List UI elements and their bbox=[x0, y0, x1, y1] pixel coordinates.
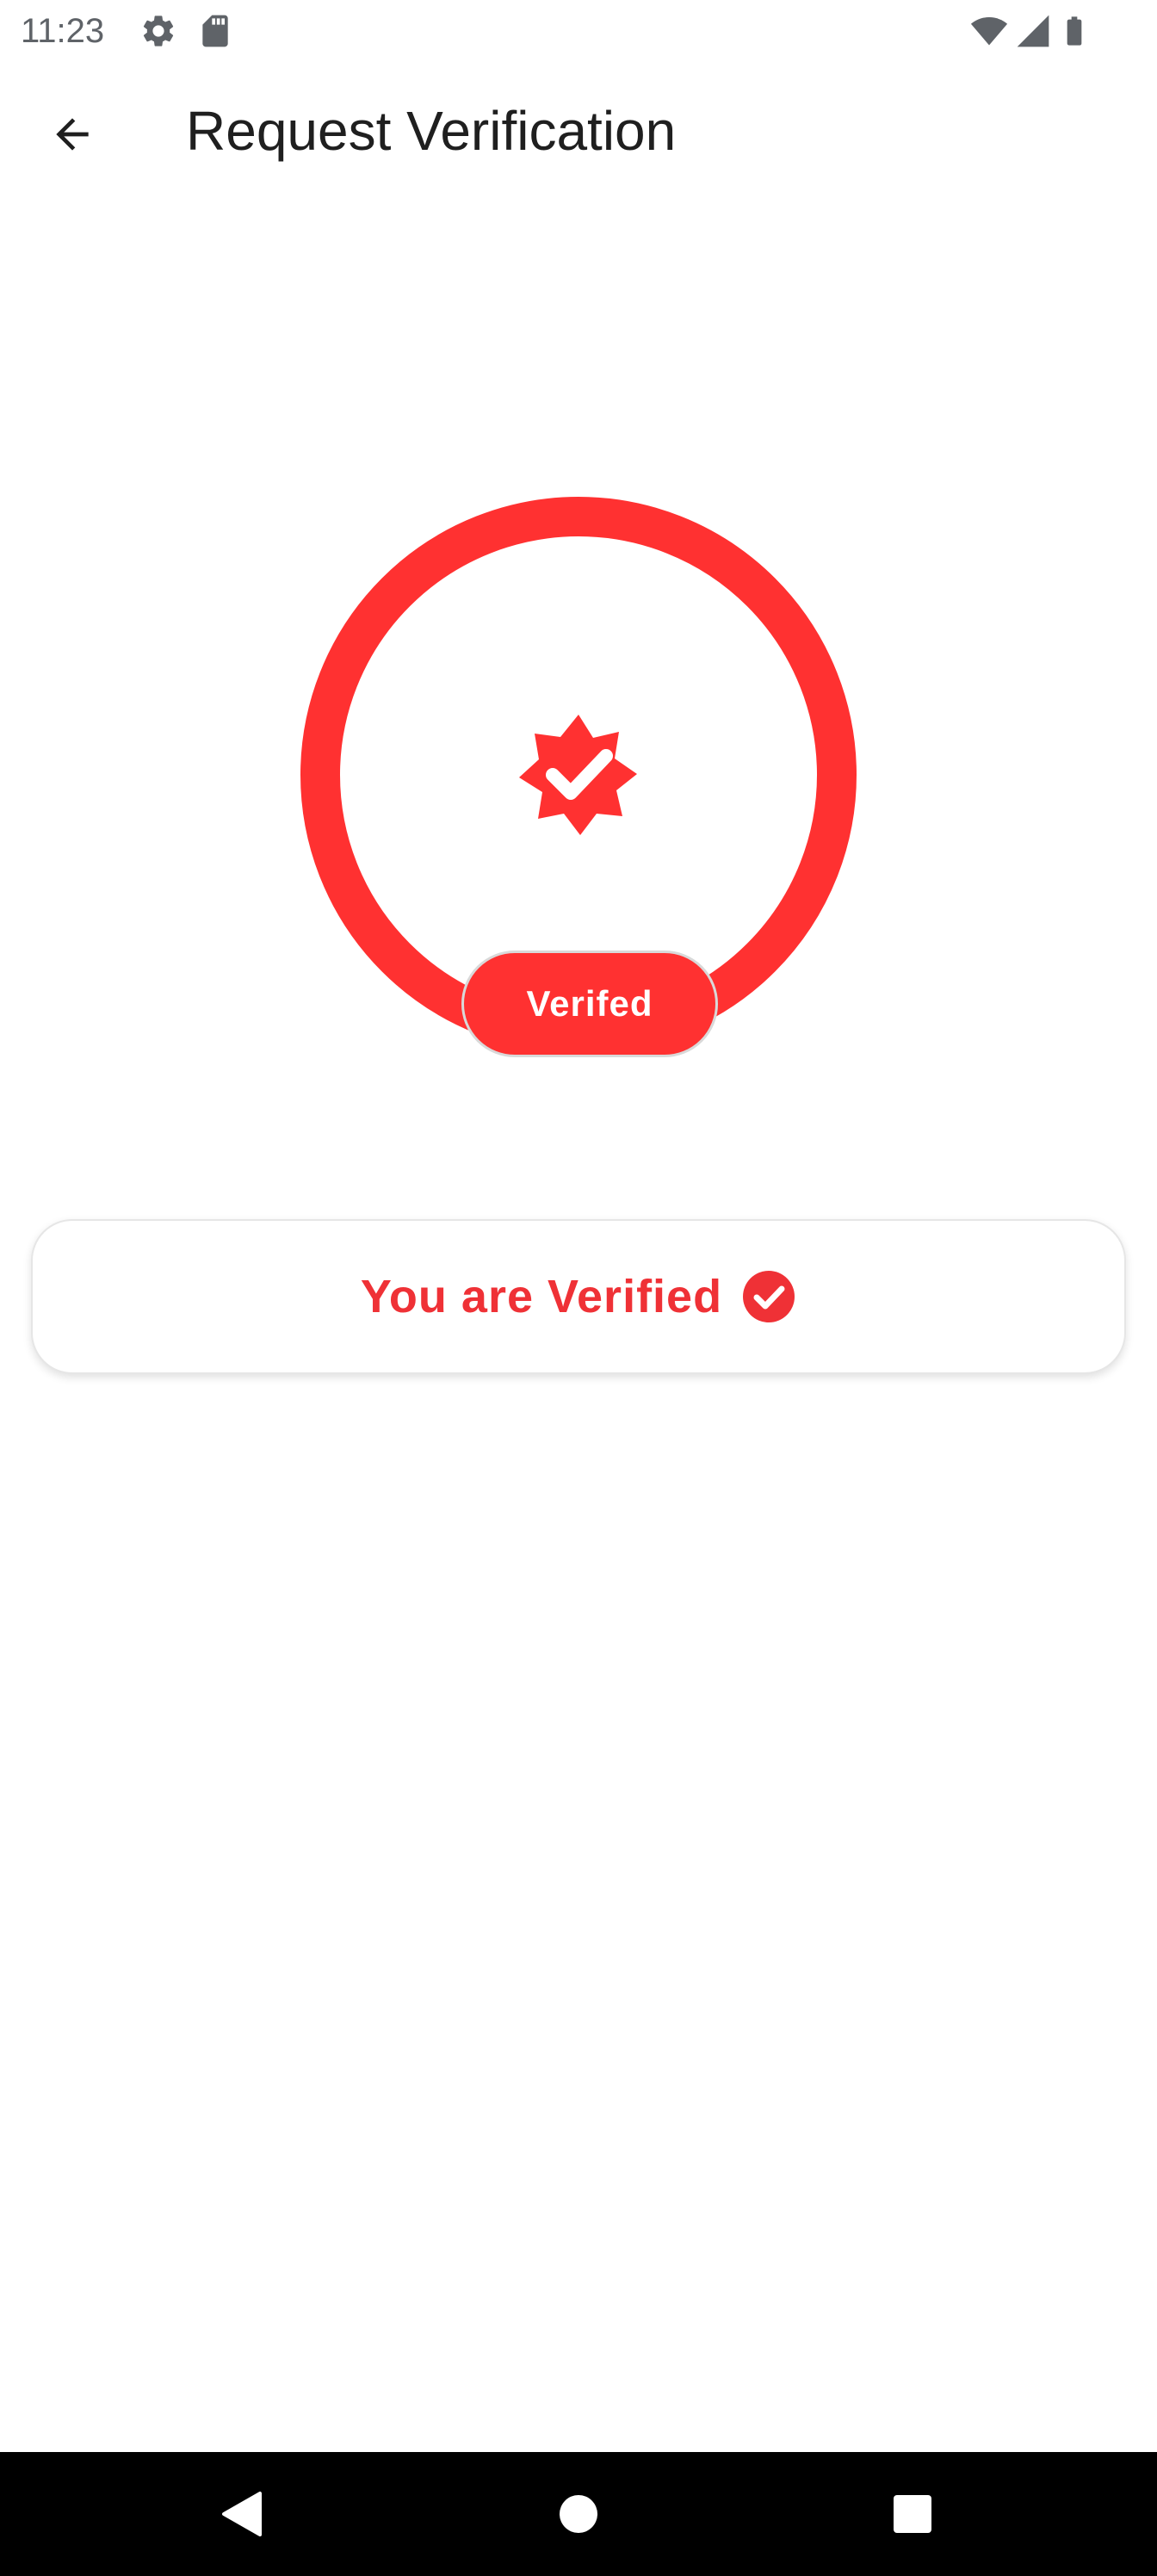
wifi-icon bbox=[969, 12, 1008, 50]
verified-message: You are Verified bbox=[360, 1271, 723, 1322]
verified-badge-icon bbox=[519, 715, 637, 835]
verified-status-pill: Verifed bbox=[461, 951, 718, 1057]
nav-back-button[interactable] bbox=[210, 2483, 272, 2545]
arrow-back-icon bbox=[56, 118, 89, 151]
app-bar: Request Verification bbox=[0, 62, 1157, 200]
status-bar: 11:23 bbox=[0, 0, 1157, 62]
nav-home-button[interactable] bbox=[548, 2483, 609, 2545]
nav-back-icon bbox=[222, 2492, 262, 2536]
cell-signal-icon bbox=[1014, 12, 1052, 50]
system-nav-bar bbox=[0, 2452, 1157, 2576]
battery-icon bbox=[1057, 12, 1095, 50]
nav-recents-icon bbox=[894, 2495, 931, 2533]
page-title: Request Verification bbox=[186, 100, 677, 162]
nav-recents-button[interactable] bbox=[882, 2483, 944, 2545]
settings-gear-icon bbox=[139, 12, 177, 50]
screen: 11:23 Request Verification Verifed You a… bbox=[0, 0, 1157, 2576]
status-time: 11:23 bbox=[21, 12, 105, 50]
sd-card-icon bbox=[196, 12, 234, 50]
check-circle-icon bbox=[741, 1269, 796, 1324]
back-button[interactable] bbox=[34, 96, 110, 172]
verified-card: You are Verified bbox=[31, 1219, 1126, 1374]
nav-home-icon bbox=[560, 2495, 597, 2533]
